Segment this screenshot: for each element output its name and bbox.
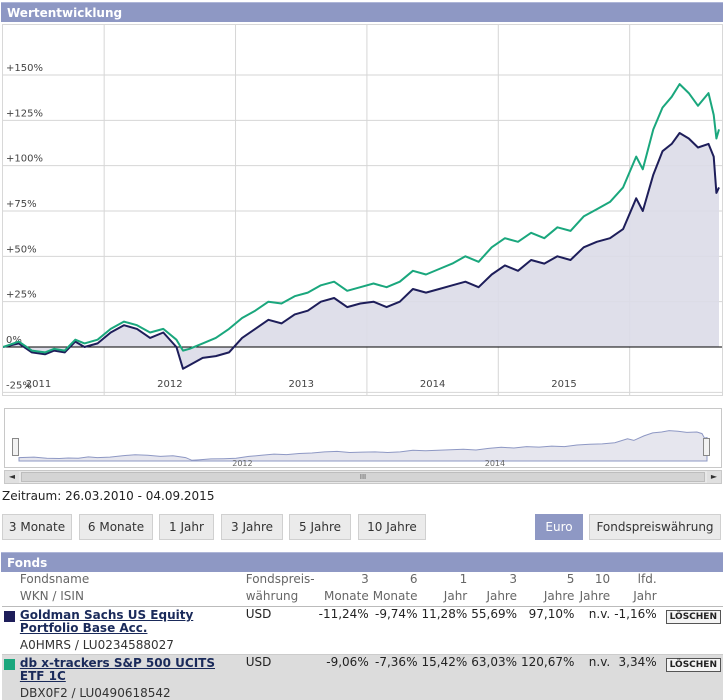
y-tick-label: +125% [6,108,43,119]
perf-5j: 120,67% [519,654,577,700]
scroll-left-arrow-icon[interactable]: ◄ [5,471,19,483]
column-header-waehrung-2: währung [243,589,317,607]
navigator-scrollbar[interactable]: ◄ III ► [4,470,722,484]
y-tick-label: +100% [6,154,43,165]
navigator-tick-label: 2014 [485,459,505,467]
navigator-right-handle[interactable] [703,438,710,456]
range-button-3-jahre[interactable]: 3 Jahre [221,514,283,540]
range-button-6-monate[interactable]: 6 Monate [79,514,153,540]
range-button-5-jahre[interactable]: 5 Jahre [289,514,351,540]
column-header-waehrung: Fondspreis- [245,572,315,586]
fund-color-swatch [4,611,15,622]
range-button-1-jahr[interactable]: 1 Jahr [159,514,214,540]
delete-button[interactable]: LÖSCHEN [665,610,721,624]
x-tick-label: 2015 [551,379,576,390]
perf-1j: 15,42% [419,654,470,700]
section-title: Wertentwicklung [7,6,123,20]
x-tick-label: 2014 [420,379,445,390]
fund-color-swatch [4,659,15,670]
column-header-1j: 1 [459,572,468,586]
navigator-tick-label: 2012 [232,459,252,467]
column-header-10j-unit: Jahre [576,589,613,607]
column-header-6m: 6 [409,572,418,586]
column-header-3j-unit: Jahre [469,589,519,607]
currency-button-euro[interactable]: Euro [535,514,583,540]
perf-6m: -9,74% [370,606,420,655]
perf-1j: 11,28% [419,606,470,655]
x-tick-label: 2011 [26,379,51,390]
delete-button[interactable]: LÖSCHEN [665,658,721,672]
navigator-mini-chart: 2012 2014 [18,430,708,468]
performance-chart: +150% +125% +100% +75% +50% +25% 0% -25% 2011 201… [2,24,723,396]
range-navigator[interactable]: 2012 2014 ◄ III ► [2,408,723,484]
fonds-title: Fonds [7,556,48,570]
perf-3m: -9,06% [316,654,371,700]
y-tick-label: +75% [6,199,37,210]
column-header-lfd-unit: Jahr [612,589,659,607]
fund-currency: USD [243,606,317,655]
perf-10j: n.v. [576,606,613,655]
x-tick-label: 2013 [288,379,313,390]
y-tick-label: +50% [6,244,37,255]
scroll-thumb[interactable]: III [21,472,705,482]
range-button-3-monate[interactable]: 3 Monate [2,514,72,540]
perf-3m: -11,24% [316,606,371,655]
fund-wkn-isin: A0HMRS / LU0234588027 [19,638,174,652]
fund-wkn-isin: DBX0F2 / LU0490618542 [19,686,171,700]
range-button-10-jahre[interactable]: 10 Jahre [358,514,426,540]
perf-3j: 63,03% [469,654,519,700]
section-header-fonds: Fonds [1,552,723,572]
column-header-lfd: lfd. [637,572,657,586]
perf-5j: 97,10% [519,606,577,655]
table-row: db x-trackers S&P 500 UCITS ETF 1C DBX0F… [2,654,723,700]
y-tick-label: +25% [6,290,37,301]
fund-currency: USD [243,654,317,700]
perf-6m: -7,36% [370,654,420,700]
column-header-5j-unit: Jahre [519,589,577,607]
column-header-wkn-isin: WKN / ISIN [17,589,244,607]
column-header-1j-unit: Jahr [419,589,470,607]
perf-lfd: 3,34% [612,654,659,700]
column-header-5j: 5 [566,572,575,586]
navigator-track[interactable]: 2012 2014 [4,408,722,468]
fund-name-link[interactable]: Goldman Sachs US Equity Portfolio Base A… [20,609,242,635]
date-range-label: Zeitraum: 26.03.2010 - 04.09.2015 [2,489,215,503]
perf-10j: n.v. [576,654,613,700]
column-header-6m-unit: Monate [370,589,420,607]
chart-svg: +150%+125%+100%+75%+50%+25%0%-25%2011 201… [3,25,722,395]
navigator-area [18,430,708,462]
y-tick-label: +150% [6,63,43,74]
perf-lfd: -1,16% [612,606,659,655]
column-header-fondsname: Fondsname [19,572,90,586]
column-header-3m-unit: Monate [316,589,371,607]
navigator-left-handle[interactable] [12,438,19,456]
table-row: Goldman Sachs US Equity Portfolio Base A… [2,606,723,655]
section-header-wertentwicklung: Wertentwicklung [1,2,723,22]
column-header-3m: 3 [361,572,369,586]
x-tick-label: 2012 [157,379,182,390]
fund-name-link[interactable]: db x-trackers S&P 500 UCITS ETF 1C [20,657,242,683]
scroll-right-arrow-icon[interactable]: ► [707,471,721,483]
perf-3j: 55,69% [469,606,519,655]
column-header-10j: 10 [594,572,611,586]
column-header-3j: 3 [509,572,517,586]
fonds-table: Fondsname Fondspreis- 3 6 1 3 5 10 lfd. … [2,572,723,700]
currency-button-fondspreiswaehrung[interactable]: Fondspreiswährung [589,514,721,540]
